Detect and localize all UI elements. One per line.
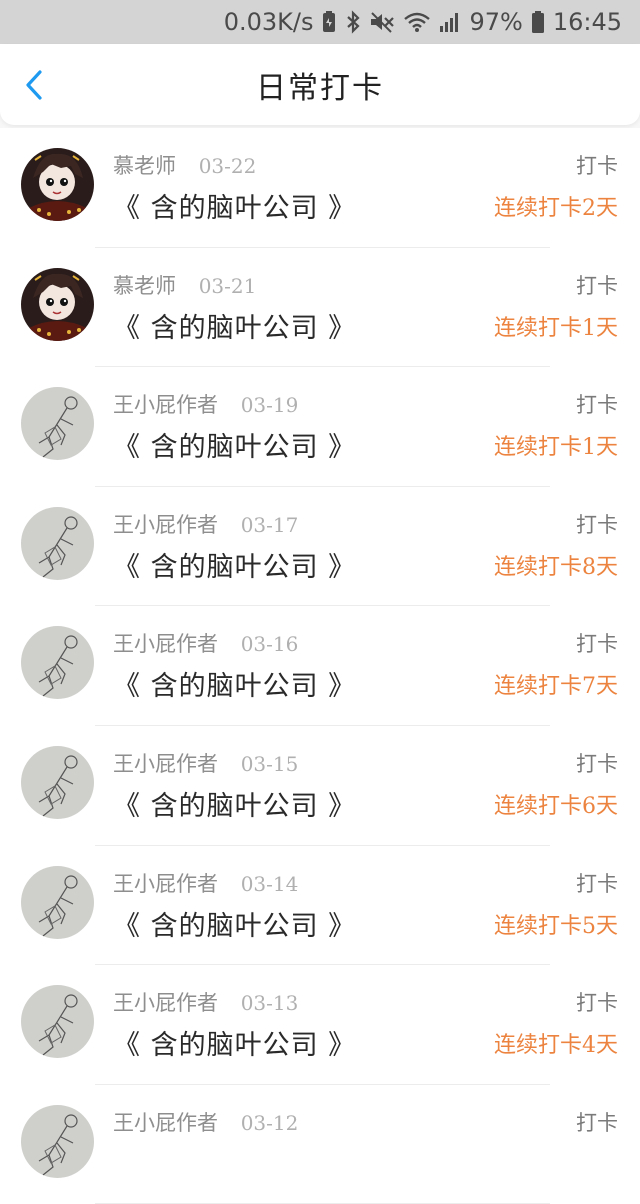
mute-icon	[369, 10, 395, 34]
streak-label: 连续打卡2天	[494, 196, 618, 221]
anime-avatar-image	[21, 148, 94, 221]
user-name[interactable]: 王小屁作者	[113, 1111, 218, 1135]
status-time: 16:45	[552, 8, 622, 36]
book-title[interactable]: 《 含的脑叶公司 》	[113, 664, 356, 703]
checkin-action-label: 打卡	[576, 154, 618, 178]
checkin-action-label: 打卡	[576, 393, 618, 418]
checkin-meta: 王小屁作者 03-16	[113, 628, 298, 658]
user-avatar[interactable]	[21, 148, 94, 221]
checkin-meta: 王小屁作者 03-15	[113, 748, 298, 778]
checkin-row[interactable]: 王小屁作者 03-13 《 含的脑叶公司 》 打卡 连续打卡4天	[0, 965, 640, 1085]
back-button[interactable]	[20, 70, 50, 100]
checkin-action-label: 打卡	[576, 871, 618, 896]
battery-icon	[531, 10, 545, 34]
streak-label: 连续打卡5天	[494, 913, 618, 939]
user-name[interactable]: 王小屁作者	[113, 393, 218, 417]
checkin-row[interactable]: 王小屁作者 03-16 《 含的脑叶公司 》 打卡 连续打卡7天	[0, 606, 640, 726]
checkin-action-label: 打卡	[576, 632, 618, 657]
book-title[interactable]: 《 含的脑叶公司 》	[113, 1023, 356, 1062]
book-title[interactable]: 《 含的脑叶公司 》	[113, 904, 356, 943]
user-name[interactable]: 慕老师	[113, 274, 176, 298]
wifi-icon	[403, 10, 431, 34]
user-name[interactable]: 王小屁作者	[113, 752, 218, 776]
checkin-action-label: 打卡	[576, 991, 618, 1016]
user-avatar[interactable]	[21, 865, 94, 939]
checkin-date: 03-12	[240, 1110, 299, 1135]
battery-saver-icon	[321, 10, 337, 34]
checkin-action-label: 打卡	[576, 512, 618, 537]
checkin-meta: 王小屁作者 03-17	[113, 509, 298, 539]
checkin-date: 03-21	[198, 273, 257, 298]
checkin-date: 03-22	[198, 154, 257, 178]
streak-label: 连续打卡6天	[494, 793, 618, 819]
bluetooth-icon	[345, 10, 361, 34]
book-title[interactable]: 《 含的脑叶公司 》	[113, 545, 356, 584]
checkin-meta: 慕老师 03-21	[113, 270, 256, 300]
streak-label: 连续打卡8天	[494, 554, 618, 580]
streak-label: 连续打卡4天	[494, 1033, 618, 1059]
user-avatar[interactable]	[21, 267, 94, 341]
checkin-date: 03-14	[240, 871, 299, 896]
anime-avatar-image	[21, 267, 94, 341]
checkin-meta: 王小屁作者 03-14	[113, 868, 298, 898]
user-avatar[interactable]	[21, 506, 94, 580]
checkin-list: 慕老师 03-22 《 含的脑叶公司 》 打卡 连续打卡2天 慕老师 03-21…	[0, 128, 640, 1204]
checkin-date: 03-16	[240, 632, 299, 657]
user-name[interactable]: 王小屁作者	[113, 632, 218, 656]
book-title[interactable]: 《 含的脑叶公司 》	[113, 186, 356, 225]
sketch-avatar-image	[21, 1104, 94, 1178]
user-avatar[interactable]	[21, 626, 94, 700]
checkin-row[interactable]: 王小屁作者 03-12 打卡	[0, 1084, 640, 1204]
sketch-avatar-image	[21, 506, 94, 580]
page-title: 日常打卡	[256, 70, 384, 106]
book-title[interactable]: 《 含的脑叶公司 》	[113, 784, 356, 823]
checkin-meta: 慕老师 03-22	[113, 150, 256, 180]
sketch-avatar-image	[21, 865, 94, 939]
header: 日常打卡	[0, 44, 640, 125]
user-avatar[interactable]	[21, 1104, 94, 1178]
checkin-meta: 王小屁作者 03-19	[113, 389, 298, 419]
streak-label: 连续打卡7天	[494, 674, 618, 700]
checkin-date: 03-13	[240, 991, 299, 1016]
chevron-left-icon	[26, 70, 42, 100]
checkin-row[interactable]: 王小屁作者 03-14 《 含的脑叶公司 》 打卡 连续打卡5天	[0, 845, 640, 966]
user-avatar[interactable]	[21, 387, 94, 461]
sketch-avatar-image	[21, 387, 94, 461]
checkin-meta: 王小屁作者 03-13	[113, 987, 298, 1017]
user-name[interactable]: 慕老师	[113, 154, 176, 178]
book-title[interactable]: 《 含的脑叶公司 》	[113, 425, 356, 464]
checkin-action-label: 打卡	[576, 751, 618, 776]
sketch-avatar-image	[21, 745, 94, 819]
user-name[interactable]: 王小屁作者	[113, 513, 218, 537]
checkin-action-label: 打卡	[576, 1110, 618, 1135]
book-title[interactable]: 《 含的脑叶公司 》	[113, 306, 356, 345]
checkin-row[interactable]: 慕老师 03-21 《 含的脑叶公司 》 打卡 连续打卡1天	[0, 247, 640, 368]
checkin-row[interactable]: 王小屁作者 03-15 《 含的脑叶公司 》 打卡 连续打卡6天	[0, 725, 640, 846]
user-avatar[interactable]	[21, 745, 94, 819]
checkin-date: 03-17	[240, 512, 299, 537]
checkin-row[interactable]: 王小屁作者 03-19 《 含的脑叶公司 》 打卡 连续打卡1天	[0, 367, 640, 487]
sketch-avatar-image	[21, 626, 94, 700]
streak-label: 连续打卡1天	[494, 435, 618, 461]
network-speed: 0.03K/s	[223, 8, 314, 36]
user-name[interactable]: 王小屁作者	[113, 991, 218, 1015]
signal-icon	[439, 10, 461, 34]
checkin-row[interactable]: 慕老师 03-22 《 含的脑叶公司 》 打卡 连续打卡2天	[0, 128, 640, 248]
status-bar: 0.03K/s 97% 16:45	[0, 0, 640, 44]
checkin-meta: 王小屁作者 03-12	[113, 1107, 298, 1137]
checkin-row[interactable]: 王小屁作者 03-17 《 含的脑叶公司 》 打卡 连续打卡8天	[0, 486, 640, 607]
battery-percent: 97%	[469, 8, 523, 36]
streak-label: 连续打卡1天	[494, 315, 618, 341]
user-name[interactable]: 王小屁作者	[113, 872, 218, 896]
checkin-date: 03-15	[240, 751, 299, 776]
checkin-action-label: 打卡	[576, 273, 618, 298]
checkin-date: 03-19	[240, 393, 299, 418]
user-avatar[interactable]	[21, 985, 94, 1059]
sketch-avatar-image	[21, 985, 94, 1059]
